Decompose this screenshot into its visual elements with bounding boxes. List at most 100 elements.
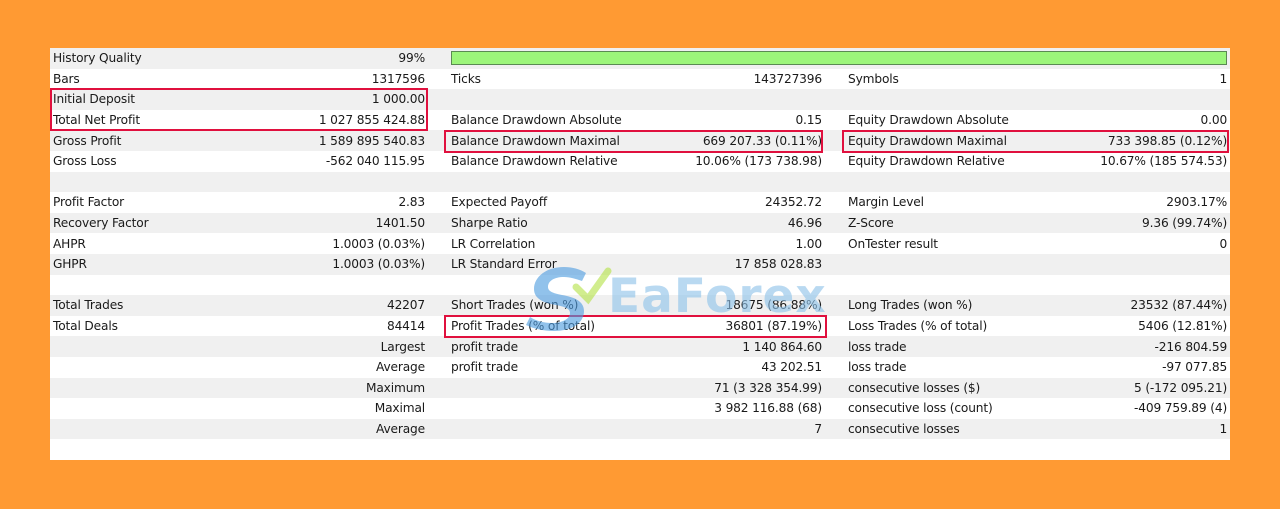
metric-label: Gross Profit (50, 130, 228, 151)
metric-value: 1 (1045, 68, 1231, 90)
metric-label: Sharpe Ratio (448, 212, 648, 234)
metric-label: Equity Drawdown Absolute (845, 109, 1045, 131)
metric-value: -216 804.59 (1045, 336, 1231, 357)
metric-value: 1 140 864.60 (648, 336, 825, 357)
empty-cell (428, 295, 448, 316)
empty-cell (825, 439, 845, 460)
empty-cell (825, 274, 845, 296)
empty-cell (50, 171, 228, 193)
empty-cell (428, 315, 448, 337)
empty-cell (825, 295, 845, 316)
empty-cell (428, 192, 448, 213)
metric-value: 46.96 (648, 212, 825, 234)
empty-cell (448, 171, 648, 193)
metric-label: Gross Loss (50, 150, 228, 172)
empty-cell (825, 315, 845, 337)
metric-label: loss trade (845, 356, 1045, 378)
empty-cell (825, 150, 845, 172)
empty-cell (428, 150, 448, 172)
metric-value: 1317596 (228, 68, 428, 90)
empty-cell (428, 130, 448, 151)
metric-label: profit trade (448, 336, 648, 357)
metric-value: 1.00 (648, 233, 825, 254)
metric-label: GHPR (50, 253, 228, 275)
table-row: Maximal 3 982 116.88 (68) consecutive loss… (50, 398, 1231, 419)
metric-value: 5406 (12.81%) (1045, 315, 1231, 337)
empty-cell (845, 439, 1045, 460)
empty-cell (825, 130, 845, 151)
metric-value: 669 207.33 (0.11%) (648, 130, 825, 151)
metric-value: 36801 (87.19%) (648, 315, 825, 337)
metric-value: 0.00 (1045, 109, 1231, 131)
strategy-tester-report: History Quality 99% Bars 1317596 Ticks 1437… (50, 48, 1231, 460)
empty-cell (1045, 171, 1231, 193)
metric-label: loss trade (845, 336, 1045, 357)
metric-value: 23532 (87.44%) (1045, 295, 1231, 316)
empty-cell (845, 171, 1045, 193)
metric-label (845, 89, 1045, 110)
empty-cell (825, 418, 845, 440)
metric-value: 5 (-172 095.21) (1045, 377, 1231, 399)
empty-cell (825, 89, 845, 110)
empty-cell (648, 439, 825, 460)
metric-value: 1401.50 (228, 212, 428, 234)
empty-cell (825, 68, 845, 90)
metric-value: 3 982 116.88 (68) (648, 398, 825, 419)
table-row: Initial Deposit 1 000.00 (50, 89, 1231, 110)
empty-cell (448, 439, 648, 460)
table-row: Total Trades 42207 Short Trades (won %) 186… (50, 295, 1231, 316)
metric-value: 18675 (86.88%) (648, 295, 825, 316)
metric-value: -409 759.89 (4) (1045, 398, 1231, 419)
empty-cell (825, 192, 845, 213)
metric-value: 1 027 855 424.88 (228, 109, 428, 131)
empty-cell (1045, 439, 1231, 460)
metric-value: -97 077.85 (1045, 356, 1231, 378)
empty-cell (428, 233, 448, 254)
table-row: Average 7 consecutive losses 1 (50, 418, 1231, 440)
empty-cell (1045, 274, 1231, 296)
metric-label: Symbols (845, 68, 1045, 90)
metric-value: 1 (1045, 418, 1231, 440)
metric-label: Total Deals (50, 315, 228, 337)
metric-label: OnTester result (845, 233, 1045, 254)
metric-label: Equity Drawdown Maximal (845, 130, 1045, 151)
metric-label: consecutive losses (845, 418, 1045, 440)
metric-value: 9.36 (99.74%) (1045, 212, 1231, 234)
empty-cell (825, 171, 845, 193)
metric-label: AHPR (50, 233, 228, 254)
empty-cell (428, 356, 448, 378)
empty-cell (428, 439, 448, 460)
table-row: Profit Factor 2.83 Expected Payoff 24352.72… (50, 192, 1231, 213)
metric-value: 1 000.00 (228, 89, 428, 110)
metric-value: 2.83 (228, 192, 428, 213)
metric-value: 71 (3 328 354.99) (648, 377, 825, 399)
empty-cell (228, 274, 428, 296)
empty-cell (648, 171, 825, 193)
metric-label: Long Trades (won %) (845, 295, 1045, 316)
table-row: AHPR 1.0003 (0.03%) LR Correlation 1.00 OnTe… (50, 233, 1231, 254)
metric-label (50, 418, 228, 440)
metric-label (50, 336, 228, 357)
empty-cell (648, 274, 825, 296)
metric-value: 733 398.85 (0.12%) (1045, 130, 1231, 151)
empty-cell (428, 253, 448, 275)
metric-label: consecutive losses ($) (845, 377, 1045, 399)
metric-label: Profit Factor (50, 192, 228, 213)
table-row: Total Net Profit 1 027 855 424.88 Balance … (50, 109, 1231, 131)
metric-label: Initial Deposit (50, 89, 228, 110)
metric-value: Average (228, 356, 428, 378)
metric-value: 84414 (228, 315, 428, 337)
metric-label: Profit Trades (% of total) (448, 315, 648, 337)
metric-label: Balance Drawdown Maximal (448, 130, 648, 151)
spacer-row (50, 171, 1231, 193)
metric-label: Margin Level (845, 192, 1045, 213)
metric-label: Loss Trades (% of total) (845, 315, 1045, 337)
metric-label: Total Trades (50, 295, 228, 316)
table-row: Gross Profit 1 589 895 540.83 Balance Draw… (50, 130, 1231, 151)
metric-label: Total Net Profit (50, 109, 228, 131)
table-row: Gross Loss -562 040 115.95 Balance Drawdow… (50, 150, 1231, 172)
empty-cell (825, 398, 845, 419)
history-quality-value: 99% (228, 48, 428, 69)
metric-label: Equity Drawdown Relative (845, 150, 1045, 172)
empty-cell (825, 336, 845, 357)
